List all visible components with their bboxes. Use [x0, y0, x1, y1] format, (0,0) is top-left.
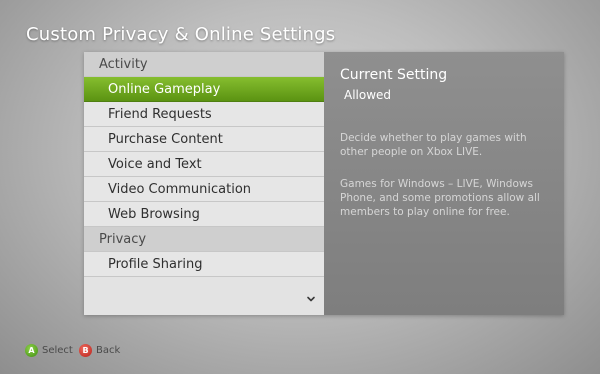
back-label: Back — [96, 345, 121, 356]
list-item-label: Profile Sharing — [108, 257, 203, 272]
detail-note: Games for Windows – LIVE, Windows Phone,… — [340, 178, 540, 218]
section-header-label: Privacy — [99, 232, 147, 247]
section-header-privacy: Privacy — [84, 227, 324, 252]
list-item-voice-and-text[interactable]: Voice and Text — [84, 152, 324, 177]
list-item-friend-requests[interactable]: Friend Requests — [84, 102, 324, 127]
detail-pane: Current Setting Allowed Decide whether t… — [324, 52, 564, 315]
list-item-label: Purchase Content — [108, 132, 223, 147]
settings-panel: Activity Online Gameplay Friend Requests… — [84, 52, 564, 315]
list-item-profile-sharing[interactable]: Profile Sharing — [84, 252, 324, 277]
b-button-icon: B — [79, 344, 92, 357]
settings-list: Activity Online Gameplay Friend Requests… — [84, 52, 324, 315]
detail-title: Current Setting — [340, 67, 448, 83]
list-item-label: Video Communication — [108, 182, 252, 197]
list-item-video-communication[interactable]: Video Communication — [84, 177, 324, 202]
current-setting-value: Allowed — [344, 88, 392, 102]
list-item-web-browsing[interactable]: Web Browsing — [84, 202, 324, 227]
list-item-label: Web Browsing — [108, 207, 200, 222]
select-label: Select — [42, 345, 73, 356]
list-item-online-gameplay[interactable]: Online Gameplay — [84, 77, 324, 102]
section-header-activity: Activity — [84, 52, 324, 77]
page-title: Custom Privacy & Online Settings — [26, 24, 336, 45]
section-header-label: Activity — [99, 57, 148, 72]
list-item-purchase-content[interactable]: Purchase Content — [84, 127, 324, 152]
detail-description: Decide whether to play games with other … — [340, 132, 527, 158]
list-item-label: Online Gameplay — [108, 82, 221, 97]
chevron-down-icon[interactable] — [305, 293, 317, 305]
list-item-label: Voice and Text — [108, 157, 202, 172]
a-button-icon: A — [25, 344, 38, 357]
list-item-label: Friend Requests — [108, 107, 212, 122]
